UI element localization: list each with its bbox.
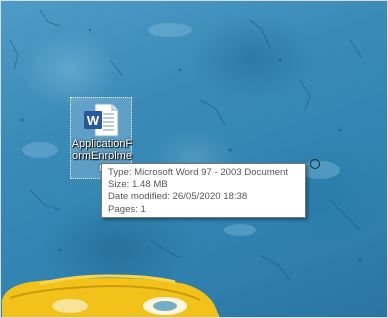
desktop-wallpaper[interactable]: W ApplicationF ormEnrolme n Type: Micros… — [0, 0, 388, 318]
tooltip-pages: Pages: 1 — [108, 203, 146, 215]
file-name-line-1: ApplicationF — [71, 138, 133, 150]
cursor-busy-icon — [310, 159, 320, 169]
file-info-tooltip: Type: Microsoft Word 97 - 2003 Document … — [101, 163, 306, 218]
file-name-line-2: ormEnrolme — [72, 150, 132, 162]
tooltip-size: Size: 1.48 MB — [108, 179, 168, 191]
car-wallpaper-image — [2, 274, 220, 318]
word-document-icon: W — [84, 103, 119, 137]
tooltip-type: Type: Microsoft Word 97 - 2003 Document — [108, 167, 289, 178]
word-badge-letter: W — [87, 113, 100, 128]
tooltip-date-modified: Date modified: 26/05/2020 18:38 — [108, 191, 248, 203]
